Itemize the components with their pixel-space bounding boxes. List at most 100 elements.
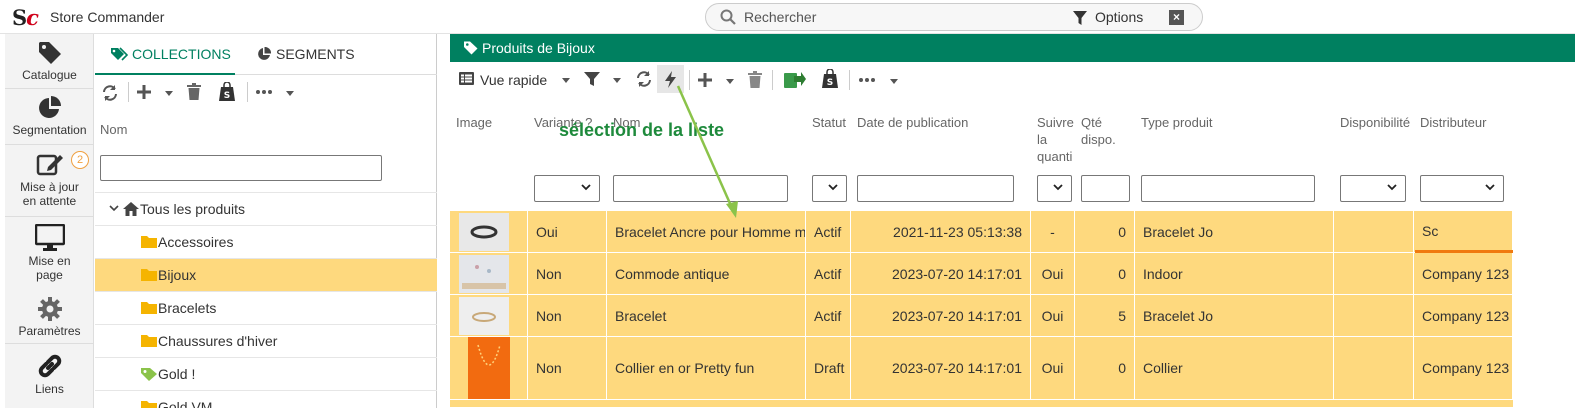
refresh-icon[interactable] — [635, 70, 653, 88]
table-row[interactable]: Oui Bracelet Ancre pour Homme m Actif 20… — [450, 211, 1513, 253]
search-options-button[interactable]: Options — [1095, 9, 1143, 25]
nav-settings[interactable]: Paramètres — [5, 292, 94, 344]
filter-icon[interactable] — [584, 71, 600, 87]
table-row[interactable]: Non Commode antique Actif 2023-07-20 14:… — [450, 253, 1513, 295]
refresh-icon[interactable] — [101, 84, 119, 102]
products-panel: Produits de Bijoux Vue rapide S Image Va… — [450, 34, 1575, 408]
export-icon[interactable] — [782, 69, 806, 89]
chevron-down-icon[interactable] — [109, 205, 119, 212]
edit-icon — [36, 154, 63, 176]
search-input[interactable]: Rechercher — [744, 9, 816, 25]
tree-item-bracelets[interactable]: Bracelets — [95, 291, 437, 324]
nav-pending-updates[interactable]: 2 Mise à jour en attente — [5, 145, 94, 217]
cell-variante: Non — [528, 253, 607, 294]
tree-tabs: COLLECTIONS SEGMENTS — [95, 34, 437, 75]
tag-icon — [38, 42, 61, 64]
filter-dispo-select[interactable] — [1340, 175, 1406, 202]
image-cell — [450, 253, 528, 294]
col-header-type[interactable]: Type produit — [1141, 114, 1213, 131]
cell-statut: Draft — [806, 337, 851, 399]
cell-dispo — [1334, 295, 1414, 336]
bracelet-image — [470, 225, 498, 239]
bracelet-image — [472, 312, 496, 322]
tag-icon — [141, 368, 157, 381]
col-header-qte[interactable]: Qté dispo. — [1081, 114, 1116, 148]
cell-distributeur: Company 123 — [1414, 337, 1513, 399]
filter-suivre-select[interactable] — [1037, 175, 1072, 202]
nav-segmentation[interactable]: Segmentation — [5, 89, 94, 145]
shopify-icon[interactable]: S — [821, 69, 839, 89]
tree-item-chaussures[interactable]: Chaussures d'hiver — [95, 324, 437, 357]
filter-variante-select[interactable] — [534, 175, 600, 202]
more-icon[interactable] — [256, 90, 272, 94]
app-logo[interactable]: Sc — [12, 5, 39, 30]
tree-item-accessoires[interactable]: Accessoires — [95, 225, 437, 258]
chevron-down-icon[interactable] — [562, 78, 570, 83]
cell-distributeur: Company 123 — [1414, 253, 1513, 294]
tab-segments[interactable]: SEGMENTS — [257, 46, 355, 62]
filter-type-input[interactable] — [1141, 175, 1315, 202]
product-thumbnail — [459, 213, 509, 251]
col-header-image[interactable]: Image — [456, 114, 492, 131]
chevron-down-icon[interactable] — [890, 79, 898, 84]
nav-label: Paramètres — [18, 324, 81, 338]
cell-type: Indoor — [1135, 253, 1334, 294]
furniture-image — [462, 265, 506, 289]
more-icon[interactable] — [859, 78, 875, 82]
tree-item-gold[interactable]: Gold ! — [95, 357, 437, 390]
image-cell — [450, 337, 528, 399]
col-header-suivre[interactable]: Suivre la quanti — [1037, 114, 1074, 165]
nav-label-line-2: page — [36, 268, 63, 282]
necklace-image — [477, 344, 501, 366]
close-icon[interactable]: × — [1169, 10, 1184, 25]
add-icon[interactable] — [137, 85, 151, 99]
tree-item-all-products[interactable]: Tous les produits — [95, 192, 437, 225]
cell-suivre: - — [1031, 211, 1075, 252]
nav-links[interactable]: Liens — [5, 344, 94, 408]
col-header-statut[interactable]: Statut — [812, 114, 846, 131]
nav-label: Catalogue — [22, 68, 77, 82]
trash-icon[interactable] — [187, 83, 201, 100]
chevron-down-icon — [1053, 184, 1063, 191]
cell-type: Bracelet Jo — [1135, 295, 1334, 336]
table-row[interactable]: Non Collier en or Pretty fun Draft 2023-… — [450, 337, 1513, 400]
filter-date-input[interactable] — [857, 175, 1014, 202]
tree-filter-input[interactable] — [100, 155, 382, 181]
cell-dispo — [1334, 211, 1414, 252]
cell-type: Bracelet Jo — [1135, 211, 1334, 252]
product-thumbnail — [459, 297, 509, 335]
tree-item-gold-vm[interactable]: Gold VM — [95, 390, 437, 408]
cell-qte: 5 — [1075, 295, 1135, 336]
col-header-distributeur[interactable]: Distributeur — [1420, 114, 1486, 131]
nav-label-line-1: Mise à jour — [20, 180, 79, 194]
filter-distributeur-select[interactable] — [1420, 175, 1504, 202]
cell-suivre: Oui — [1031, 337, 1075, 399]
tree-item-bijoux[interactable]: Bijoux — [95, 258, 437, 291]
list-view-icon[interactable] — [459, 72, 474, 85]
panel-title: Produits de Bijoux — [482, 40, 595, 56]
gear-icon — [37, 297, 62, 321]
cell-variante: Oui — [528, 211, 607, 252]
filter-qte-input[interactable] — [1081, 175, 1130, 202]
table-row[interactable]: Non Bracelet Actif 2023-07-20 14:17:01 O… — [450, 295, 1513, 337]
nav-catalogue[interactable]: Catalogue — [5, 34, 94, 89]
nav-layout[interactable]: Mise en page — [5, 217, 94, 289]
cell-distributeur[interactable]: Sc — [1414, 211, 1513, 252]
product-thumbnail — [459, 255, 509, 293]
global-search[interactable]: Rechercher Options × — [705, 3, 1203, 31]
chevron-down-icon[interactable] — [165, 91, 173, 96]
tab-collections[interactable]: COLLECTIONS — [110, 46, 231, 62]
filter-statut-select[interactable] — [812, 175, 847, 202]
toolbar-separator — [247, 82, 248, 102]
folder-icon — [141, 335, 157, 347]
cell-edit-indicator — [1415, 250, 1513, 253]
col-header-date[interactable]: Date de publication — [857, 114, 968, 131]
shopify-icon[interactable]: S — [218, 82, 236, 102]
chevron-down-icon[interactable] — [286, 91, 294, 96]
filter-icon[interactable] — [1072, 10, 1088, 26]
table-row[interactable] — [450, 400, 1513, 408]
view-selector[interactable]: Vue rapide — [480, 72, 547, 88]
chevron-down-icon[interactable] — [613, 78, 621, 83]
cell-type: Collier — [1135, 337, 1334, 399]
col-header-dispo[interactable]: Disponibilité — [1340, 114, 1410, 131]
